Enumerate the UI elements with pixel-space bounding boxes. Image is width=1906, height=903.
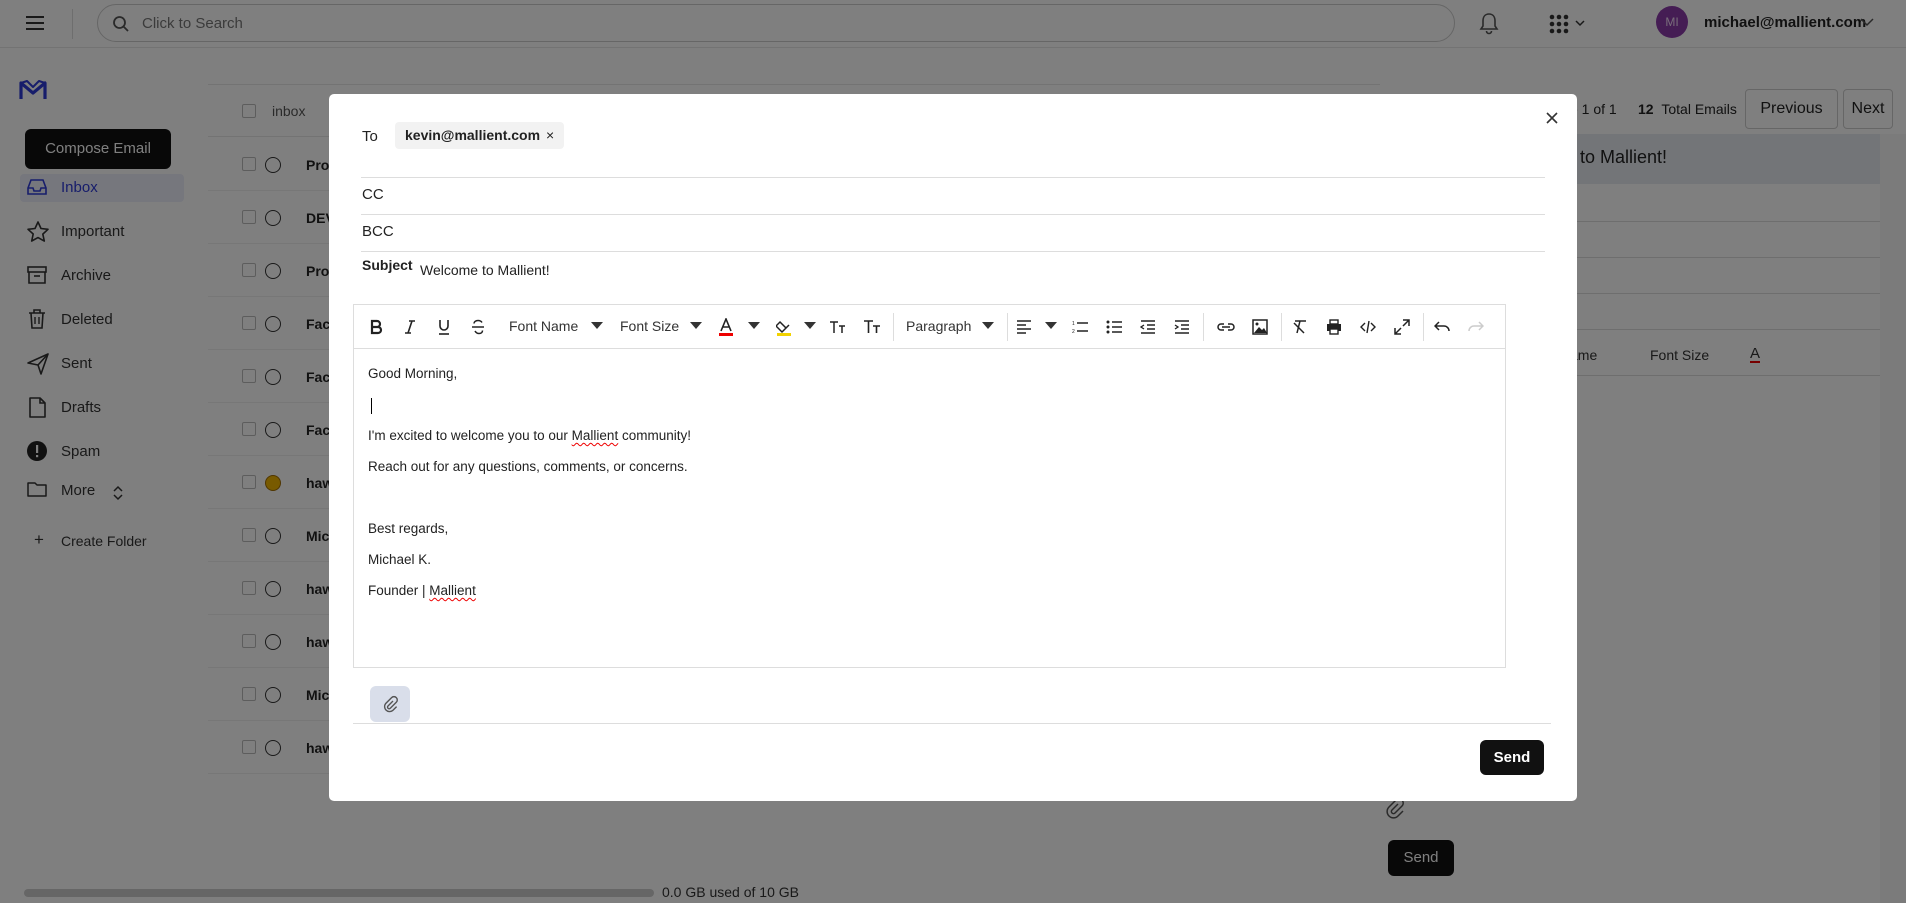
svg-text:1: 1 — [1072, 321, 1075, 327]
body-line: Michael K. — [368, 552, 432, 567]
bold-icon[interactable] — [366, 317, 386, 337]
text-size-icon[interactable] — [862, 317, 882, 337]
paragraph-format-dropdown[interactable]: Paragraph — [906, 318, 971, 334]
font-size-dropdown[interactable]: Font Size — [620, 318, 679, 334]
caret-down-icon[interactable] — [690, 322, 702, 329]
strikethrough-icon[interactable] — [468, 317, 488, 337]
body-text: Founder | — [368, 583, 430, 598]
divider — [1281, 313, 1282, 341]
text-cursor — [371, 398, 372, 414]
undo-icon[interactable] — [1432, 317, 1452, 337]
caret-down-icon[interactable] — [591, 322, 603, 329]
close-icon[interactable] — [1544, 110, 1560, 126]
font-name-dropdown[interactable]: Font Name — [509, 318, 578, 334]
print-icon[interactable] — [1324, 317, 1344, 337]
bullet-list-icon[interactable] — [1104, 317, 1124, 337]
caret-down-icon[interactable] — [804, 322, 816, 329]
subject-label: Subject — [362, 257, 413, 273]
subject-input[interactable]: Welcome to Mallient! — [420, 262, 550, 278]
redo-icon — [1466, 317, 1486, 337]
underline-icon[interactable] — [434, 317, 454, 337]
link-icon[interactable] — [1216, 317, 1236, 337]
svg-text:2: 2 — [1072, 329, 1075, 334]
recipient-email: kevin@mallient.com — [405, 127, 541, 143]
divider — [361, 177, 1545, 178]
body-text: community! — [618, 428, 691, 443]
align-left-icon[interactable] — [1014, 317, 1034, 337]
divider — [361, 214, 1545, 215]
italic-icon[interactable] — [400, 317, 420, 337]
divider — [353, 723, 1551, 724]
divider — [1007, 313, 1008, 341]
clear-format-icon[interactable] — [1290, 317, 1310, 337]
image-icon[interactable] — [1250, 317, 1270, 337]
bcc-field[interactable]: BCC — [362, 223, 394, 240]
caret-down-icon[interactable] — [748, 322, 760, 329]
body-line: Reach out for any questions, comments, o… — [368, 459, 688, 474]
caret-down-icon[interactable] — [982, 322, 994, 329]
outdent-icon[interactable] — [1138, 317, 1158, 337]
body-line: Founder | Mallient — [368, 583, 476, 598]
divider — [361, 251, 1545, 252]
body-text: I'm excited to welcome you to our — [368, 428, 572, 443]
editor-toolbar: Font Name Font Size Paragraph 12 — [354, 305, 1505, 349]
divider — [893, 313, 894, 341]
divider — [1423, 313, 1424, 341]
source-code-icon[interactable] — [1358, 317, 1378, 337]
numbered-list-icon[interactable]: 12 — [1070, 317, 1090, 337]
indent-icon[interactable] — [1172, 317, 1192, 337]
recipient-chip[interactable]: kevin@mallient.com × — [395, 122, 565, 149]
misspelled-word: Mallient — [571, 428, 619, 443]
cc-field[interactable]: CC — [362, 186, 384, 203]
to-label: To — [362, 128, 378, 145]
letter-case-icon[interactable] — [828, 317, 848, 337]
body-line: Good Morning, — [368, 366, 458, 381]
caret-down-icon[interactable] — [1045, 322, 1057, 329]
send-button[interactable]: Send — [1480, 740, 1544, 775]
font-color-icon[interactable] — [716, 317, 736, 337]
highlight-color-icon[interactable] — [774, 317, 794, 337]
attach-file-button[interactable] — [370, 686, 410, 722]
fullscreen-icon[interactable] — [1392, 317, 1412, 337]
remove-recipient-icon[interactable]: × — [546, 127, 554, 143]
misspelled-word: Mallient — [429, 583, 476, 598]
divider — [1203, 313, 1204, 341]
body-line: I'm excited to welcome you to our Mallie… — [368, 428, 691, 443]
rich-text-editor[interactable]: Font Name Font Size Paragraph 12 Good Mo… — [353, 304, 1506, 668]
body-line: Best regards, — [368, 521, 449, 536]
paperclip-icon — [383, 695, 398, 713]
